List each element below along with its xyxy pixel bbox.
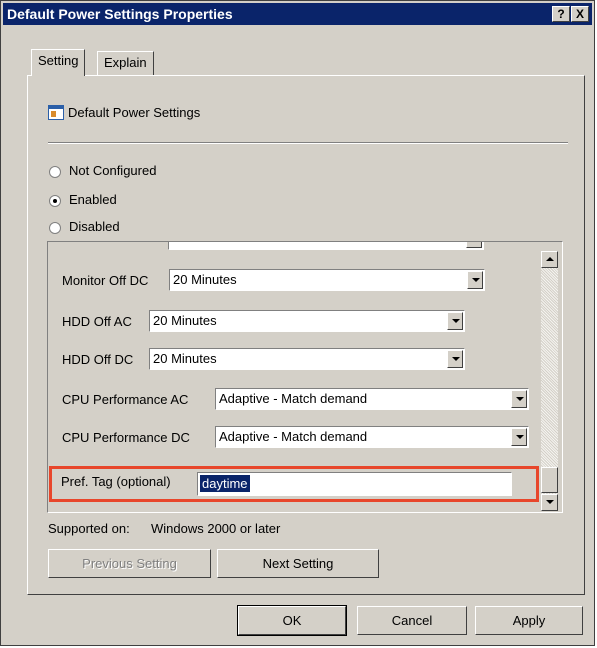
supported-on-label: Supported on: — [48, 521, 130, 536]
window-title: Default Power Settings Properties — [7, 6, 233, 22]
hidden-setting-combo[interactable] — [168, 242, 484, 250]
chevron-down-icon[interactable] — [511, 428, 527, 446]
monitor-off-dc-combo[interactable]: 20 Minutes — [169, 269, 485, 291]
ok-button[interactable]: OK — [237, 605, 347, 636]
scroll-up-arrow-icon[interactable] — [541, 251, 558, 268]
chevron-down-icon[interactable] — [447, 312, 463, 330]
chevron-down-icon[interactable] — [466, 242, 482, 248]
setting-label: CPU Performance DC — [62, 430, 190, 445]
scroll-down-arrow-icon[interactable] — [541, 494, 558, 511]
properties-dialog: Default Power Settings Properties ? X Se… — [0, 0, 595, 646]
chevron-down-icon[interactable] — [467, 271, 483, 289]
cancel-button[interactable]: Cancel — [357, 606, 467, 635]
setting-label: Monitor Off DC — [62, 273, 149, 288]
setting-label: HDD Off AC — [62, 314, 132, 329]
radio-enabled[interactable] — [49, 195, 61, 207]
chevron-down-icon[interactable] — [511, 390, 527, 408]
radio-not-configured-label[interactable]: Not Configured — [69, 163, 156, 178]
hdd-off-dc-combo[interactable]: 20 Minutes — [149, 348, 465, 370]
title-bar: Default Power Settings Properties ? X — [3, 3, 592, 25]
highlight-box — [49, 466, 539, 502]
close-button[interactable]: X — [571, 6, 589, 22]
supported-on-value: Windows 2000 or later — [151, 521, 281, 536]
tab-explain[interactable]: Explain — [97, 51, 154, 76]
combo-value: Adaptive - Match demand — [219, 429, 368, 444]
radio-disabled-label[interactable]: Disabled — [69, 219, 120, 234]
combo-value: 20 Minutes — [153, 351, 217, 366]
options-scrollbar[interactable] — [541, 251, 558, 511]
next-setting-button[interactable]: Next Setting — [217, 549, 379, 578]
combo-value: Adaptive - Match demand — [219, 391, 368, 406]
combo-value: 20 Minutes — [153, 313, 217, 328]
scroll-thumb[interactable] — [541, 467, 558, 493]
radio-disabled[interactable] — [49, 222, 61, 234]
hdd-off-ac-combo[interactable]: 20 Minutes — [149, 310, 465, 332]
help-button[interactable]: ? — [552, 6, 570, 22]
cpu-performance-dc-combo[interactable]: Adaptive - Match demand — [215, 426, 529, 448]
setting-label: HDD Off DC — [62, 352, 134, 367]
tab-setting-label: Setting — [38, 53, 79, 68]
previous-setting-button[interactable]: Previous Setting — [48, 549, 211, 578]
cpu-performance-ac-combo[interactable]: Adaptive - Match demand — [215, 388, 529, 410]
policy-setting-icon — [48, 105, 64, 120]
tab-explain-label: Explain — [104, 55, 147, 70]
apply-button[interactable]: Apply — [475, 606, 583, 635]
combo-value: 20 Minutes — [173, 272, 237, 287]
setting-label: CPU Performance AC — [62, 392, 189, 407]
tab-setting[interactable]: Setting — [31, 49, 86, 76]
radio-not-configured[interactable] — [49, 166, 61, 178]
policy-name: Default Power Settings — [68, 105, 201, 120]
radio-enabled-label[interactable]: Enabled — [69, 192, 117, 207]
separator — [48, 142, 568, 144]
chevron-down-icon[interactable] — [447, 350, 463, 368]
